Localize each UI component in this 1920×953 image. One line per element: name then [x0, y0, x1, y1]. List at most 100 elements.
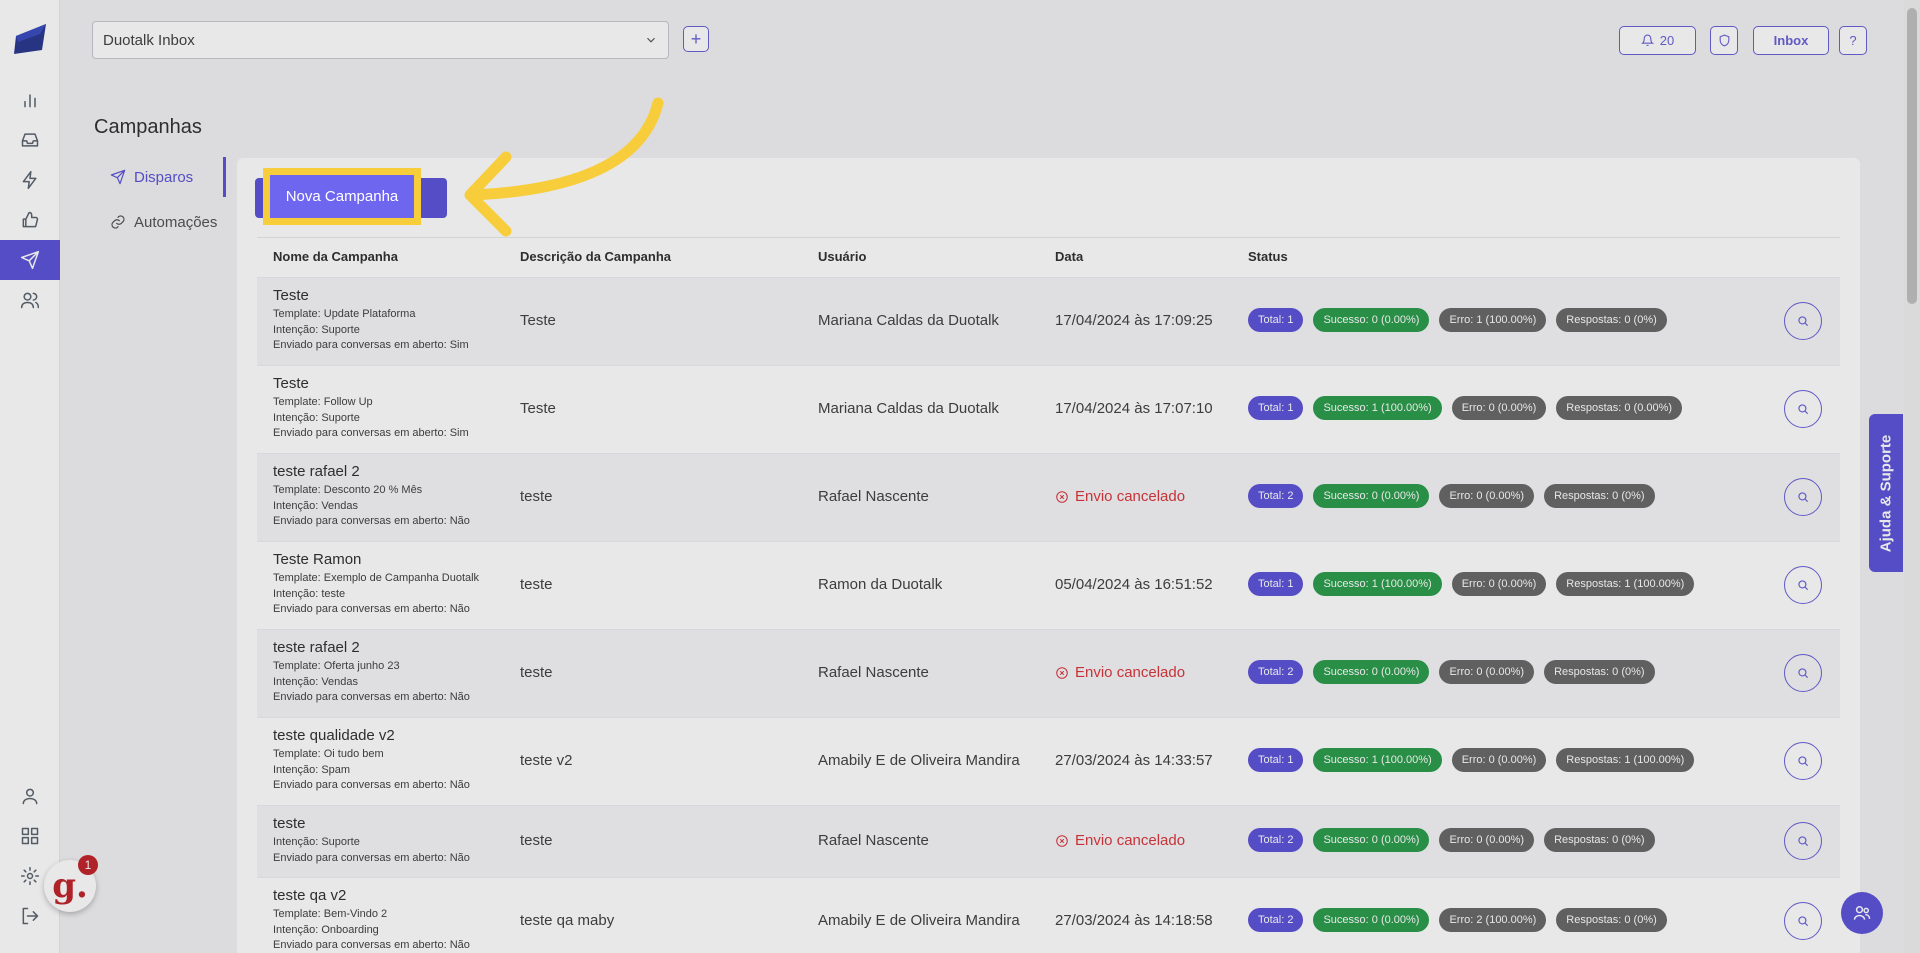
search-icon — [1798, 756, 1809, 767]
table-row[interactable]: teste qualidade v2 Template: Oi tudo bem… — [257, 717, 1840, 805]
campaign-meta: Intenção: Suporte — [273, 836, 360, 848]
campaign-user: Amabily E de Oliveira Mandira — [818, 912, 1020, 929]
status-responses-badge: Respostas: 0 (0%) — [1556, 308, 1667, 332]
campaign-date: 17/04/2024 às 17:07:10 — [1055, 400, 1213, 417]
table-row[interactable]: teste rafael 2 Template: Desconto 20 % M… — [257, 453, 1840, 541]
nav-campaigns-icon[interactable] — [0, 240, 60, 280]
campaign-meta: Intenção: Suporte — [273, 411, 360, 424]
status-error-badge: Erro: 0 (0.00%) — [1439, 484, 1535, 508]
campaign-name-cell: teste rafael 2 Template: Oferta junho 23… — [273, 639, 513, 706]
campaign-name-cell: Teste Template: Follow Up Intenção: Supor… — [273, 375, 513, 442]
view-campaign-button[interactable] — [1784, 822, 1822, 860]
campaign-description: teste v2 — [520, 752, 573, 769]
campaign-date: 17/04/2024 às 17:09:25 — [1055, 312, 1213, 329]
duotalk-logo-icon[interactable] — [12, 20, 48, 56]
campaign-meta: Enviado para conversas em aberto: Sim — [273, 339, 469, 351]
campaigns-table: Nome da Campanha Descrição da Campanha U… — [257, 237, 1840, 953]
campaign-meta: Enviado para conversas em aberto: Não — [273, 603, 470, 615]
search-icon — [1798, 316, 1809, 327]
subnav-item-disparos[interactable]: Disparos — [94, 157, 226, 197]
campaign-description: Teste — [520, 400, 556, 417]
help-button[interactable]: ? — [1839, 26, 1867, 55]
campaign-status: Total: 2 Sucesso: 0 (0.00%) Erro: 0 (0.00%… — [1248, 484, 1655, 508]
users-icon — [1853, 906, 1871, 920]
nav-contacts-icon[interactable] — [0, 280, 60, 320]
support-chat-button[interactable] — [1841, 892, 1883, 934]
campaign-description: teste — [520, 576, 553, 593]
table-row[interactable]: teste Intenção: Suporte Enviado para conv… — [257, 805, 1840, 877]
view-campaign-button[interactable] — [1784, 654, 1822, 692]
subnav-item-automacoes[interactable]: Automações — [94, 202, 226, 242]
inbox-button[interactable]: Inbox — [1753, 26, 1829, 55]
campaign-user: Rafael Nascente — [818, 664, 929, 681]
status-responses-badge: Respostas: 0 (0%) — [1544, 828, 1655, 852]
status-error-badge: Erro: 0 (0.00%) — [1439, 660, 1535, 684]
campaign-name-cell: Teste Ramon Template: Exemplo de Campanh… — [273, 551, 513, 618]
send-icon — [110, 169, 126, 185]
status-error-badge: Erro: 0 (0.00%) — [1451, 572, 1547, 596]
nav-inbox-icon[interactable] — [0, 120, 60, 160]
campaign-status: Total: 2 Sucesso: 0 (0.00%) Erro: 0 (0.00%… — [1248, 660, 1655, 684]
campaign-name-cell: teste qualidade v2 Template: Oi tudo bem… — [273, 727, 513, 794]
status-success-badge: Sucesso: 0 (0.00%) — [1313, 484, 1430, 508]
status-responses-badge: Respostas: 1 (100.00%) — [1556, 748, 1695, 772]
campaign-description: teste qa maby — [520, 912, 615, 929]
chat-widget-badge: 1 — [78, 855, 98, 875]
table-row[interactable]: teste rafael 2 Template: Oferta junho 23… — [257, 629, 1840, 717]
view-campaign-button[interactable] — [1784, 390, 1822, 428]
sidebar — [0, 0, 60, 953]
table-row[interactable]: Teste Template: Follow Up Intenção: Supor… — [257, 365, 1840, 453]
status-success-badge: Sucesso: 0 (0.00%) — [1313, 908, 1430, 932]
view-campaign-button[interactable] — [1784, 478, 1822, 516]
security-button[interactable] — [1710, 26, 1738, 55]
cancel-circle-icon — [1056, 666, 1068, 679]
notifications-button[interactable]: 20 — [1619, 26, 1696, 55]
status-total-badge: Total: 1 — [1248, 748, 1304, 772]
campaign-name-cell: Teste Template: Update Plataforma Intençã… — [273, 287, 513, 354]
campaign-status: Total: 2 Sucesso: 0 (0.00%) Erro: 0 (0.00%… — [1248, 828, 1655, 852]
nav-profile-icon[interactable] — [0, 776, 60, 816]
workspace-select[interactable]: Duotalk Inbox — [92, 21, 669, 59]
status-success-badge: Sucesso: 1 (100.00%) — [1313, 572, 1442, 596]
table-row[interactable]: Teste Ramon Template: Exemplo de Campanh… — [257, 541, 1840, 629]
cancel-circle-icon — [1056, 834, 1068, 847]
campaign-meta-list: Template: Bem-Vindo 2 Intenção: Onboardin… — [273, 907, 513, 953]
add-inbox-button[interactable]: + — [683, 26, 709, 52]
tutorial-highlight-new-campaign[interactable]: Nova Campanha — [263, 168, 421, 225]
campaign-date: Envio cancelado — [1055, 488, 1185, 505]
nav-automation-icon[interactable] — [0, 160, 60, 200]
status-total-badge: Total: 2 — [1248, 908, 1304, 932]
help-support-label: Ajuda & Suporte — [1877, 434, 1895, 552]
page-scrollbar-thumb[interactable] — [1907, 8, 1917, 304]
campaigns-subnav: Disparos Automações — [94, 157, 226, 257]
view-campaign-button[interactable] — [1784, 302, 1822, 340]
status-total-badge: Total: 2 — [1248, 484, 1304, 508]
help-support-tab[interactable]: Ajuda & Suporte — [1869, 414, 1903, 572]
status-success-badge: Sucesso: 0 (0.00%) — [1313, 828, 1430, 852]
campaign-user: Mariana Caldas da Duotalk — [818, 312, 999, 329]
nav-feedback-icon[interactable] — [0, 200, 60, 240]
campaign-status: Total: 1 Sucesso: 1 (100.00%) Erro: 0 (0.0… — [1248, 748, 1695, 772]
status-total-badge: Total: 1 — [1248, 396, 1304, 420]
status-responses-badge: Respostas: 0 (0%) — [1544, 660, 1655, 684]
search-icon — [1798, 492, 1809, 503]
campaign-meta: Template: Exemplo de Campanha Duotalk — [273, 572, 480, 584]
campaign-date: 05/04/2024 às 16:51:52 — [1055, 576, 1213, 593]
table-row[interactable]: teste qa v2 Template: Bem-Vindo 2 Intençã… — [257, 877, 1840, 953]
status-error-badge: Erro: 2 (100.00%) — [1439, 908, 1547, 932]
status-total-badge: Total: 1 — [1248, 308, 1304, 332]
campaign-date: Envio cancelado — [1055, 664, 1185, 681]
view-campaign-button[interactable] — [1784, 742, 1822, 780]
table-row[interactable]: Teste Template: Update Plataforma Intençã… — [257, 277, 1840, 365]
search-icon — [1798, 836, 1809, 847]
view-campaign-button[interactable] — [1784, 566, 1822, 604]
campaign-meta: Template: Update Plataforma — [273, 308, 416, 320]
view-campaign-button[interactable] — [1784, 902, 1822, 940]
nav-apps-icon[interactable] — [0, 816, 60, 856]
campaign-meta: Intenção: teste — [273, 587, 346, 600]
status-total-badge: Total: 2 — [1248, 828, 1304, 852]
campaign-meta-list: Template: Oi tudo bem Intenção: Spam Envia… — [273, 747, 513, 794]
campaign-name: teste rafael 2 — [273, 639, 360, 656]
header-description: Descrição da Campanha — [520, 249, 672, 264]
nav-reports-icon[interactable] — [0, 80, 60, 120]
